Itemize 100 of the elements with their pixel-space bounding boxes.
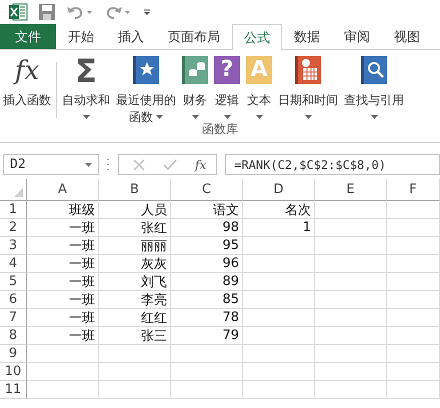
column-header[interactable]: A xyxy=(27,179,99,201)
table-cell: 张三 xyxy=(99,327,171,345)
table-cell xyxy=(99,381,171,399)
table-cell xyxy=(171,345,243,363)
table-cell xyxy=(315,291,387,309)
row-header[interactable]: 9 xyxy=(0,345,27,363)
table-cell xyxy=(243,255,315,273)
letter-book-icon: A xyxy=(246,56,272,84)
ribbon-button[interactable]: 查找与引用 xyxy=(341,56,407,125)
ribbon-tab[interactable]: 开始 xyxy=(56,24,106,49)
function-icon: Σ xyxy=(75,56,97,86)
ribbon-button[interactable]: 日期和时间 xyxy=(275,56,341,125)
save-icon[interactable] xyxy=(38,3,56,21)
table-cell xyxy=(27,363,99,381)
column-header[interactable]: D xyxy=(243,179,315,201)
customize-toolbar-icon[interactable] xyxy=(142,7,152,17)
table-cell: 79 xyxy=(171,327,243,345)
table-cell xyxy=(99,345,171,363)
undo-icon[interactable] xyxy=(66,4,94,20)
table-cell: 一班 xyxy=(27,291,99,309)
cancel-icon[interactable] xyxy=(133,158,145,170)
ribbon-tab[interactable]: 文件 xyxy=(0,24,56,49)
table-cell: 刘飞 xyxy=(99,273,171,291)
table-cell xyxy=(387,255,440,273)
ribbon-tab[interactable]: 审阅 xyxy=(332,24,382,49)
table-cell: 78 xyxy=(171,309,243,327)
table-cell xyxy=(315,345,387,363)
table-cell xyxy=(387,201,440,219)
ribbon-tab[interactable]: 数据 xyxy=(282,24,332,49)
table-cell xyxy=(387,327,440,345)
table-cell xyxy=(387,291,440,309)
ribbon-button[interactable]: A 文本 xyxy=(243,56,275,125)
table-cell xyxy=(315,327,387,345)
table-cell xyxy=(243,363,315,381)
table-cell xyxy=(387,219,440,237)
ribbon-tab[interactable]: 页面布局 xyxy=(156,24,232,49)
name-box[interactable]: D2 xyxy=(3,154,99,175)
table-cell: 1 xyxy=(243,219,315,237)
table-cell: 丽丽 xyxy=(99,237,171,255)
table-cell: 一班 xyxy=(27,309,99,327)
column-header[interactable]: B xyxy=(99,179,171,201)
column-header[interactable]: E xyxy=(315,179,387,201)
table-cell xyxy=(315,201,387,219)
ribbon-tab[interactable]: 公式 xyxy=(232,24,282,50)
table-cell: 张红 xyxy=(99,219,171,237)
letter-book-icon: ? xyxy=(214,56,240,84)
table-cell xyxy=(243,309,315,327)
table-cell: 一班 xyxy=(27,255,99,273)
table-cell xyxy=(387,381,440,399)
row-header[interactable]: 1 xyxy=(0,201,27,219)
table-cell xyxy=(99,363,171,381)
table-cell xyxy=(315,309,387,327)
row-header[interactable]: 8 xyxy=(0,327,27,345)
ribbon-tab[interactable]: 插入 xyxy=(106,24,156,49)
table-cell: 红红 xyxy=(99,309,171,327)
table-cell xyxy=(315,273,387,291)
table-cell: 96 xyxy=(171,255,243,273)
table-cell xyxy=(27,345,99,363)
table-cell xyxy=(387,273,440,291)
row-header[interactable]: 2 xyxy=(0,219,27,237)
row-header[interactable]: 4 xyxy=(0,255,27,273)
table-cell xyxy=(387,345,440,363)
table-cell: 语文 xyxy=(171,201,243,219)
row-header[interactable]: 6 xyxy=(0,291,27,309)
table-cell xyxy=(387,309,440,327)
checkmark-icon[interactable] xyxy=(163,158,177,170)
row-header[interactable]: 7 xyxy=(0,309,27,327)
table-cell xyxy=(387,237,440,255)
table-cell: 一班 xyxy=(27,237,99,255)
column-header[interactable]: C xyxy=(171,179,243,201)
row-header[interactable]: 11 xyxy=(0,381,27,399)
row-header[interactable]: 10 xyxy=(0,363,27,381)
ribbon-button[interactable]: 最近使用的 函数 xyxy=(113,56,179,125)
table-cell xyxy=(243,327,315,345)
table-cell xyxy=(243,345,315,363)
insert-function-button[interactable]: fx xyxy=(195,158,206,172)
table-cell xyxy=(315,381,387,399)
column-header[interactable]: F xyxy=(387,179,440,201)
ribbon-button[interactable]: Σ 自动求和 xyxy=(59,56,113,125)
row-header[interactable]: 5 xyxy=(0,273,27,291)
table-cell xyxy=(171,363,243,381)
ribbon-tab[interactable]: 视图 xyxy=(382,24,432,49)
redo-icon[interactable] xyxy=(104,4,132,20)
table-cell: 灰灰 xyxy=(99,255,171,273)
ribbon-button[interactable]: fx 插入函数 xyxy=(0,56,54,125)
table-cell xyxy=(243,291,315,309)
table-cell: 李亮 xyxy=(99,291,171,309)
formula-input-field[interactable]: =RANK(C2,$C$2:$C$8,0) xyxy=(225,154,440,175)
table-cell xyxy=(315,237,387,255)
row-header[interactable]: 3 xyxy=(0,237,27,255)
table-cell: 一班 xyxy=(27,273,99,291)
table-cell xyxy=(315,363,387,381)
table-cell xyxy=(243,273,315,291)
triangle-icon xyxy=(14,188,23,197)
table-cell: 人员 xyxy=(99,201,171,219)
select-all-corner[interactable] xyxy=(0,179,27,201)
table-cell: 班级 xyxy=(27,201,99,219)
table-cell xyxy=(315,255,387,273)
table-cell xyxy=(243,237,315,255)
table-cell: 一班 xyxy=(27,219,99,237)
